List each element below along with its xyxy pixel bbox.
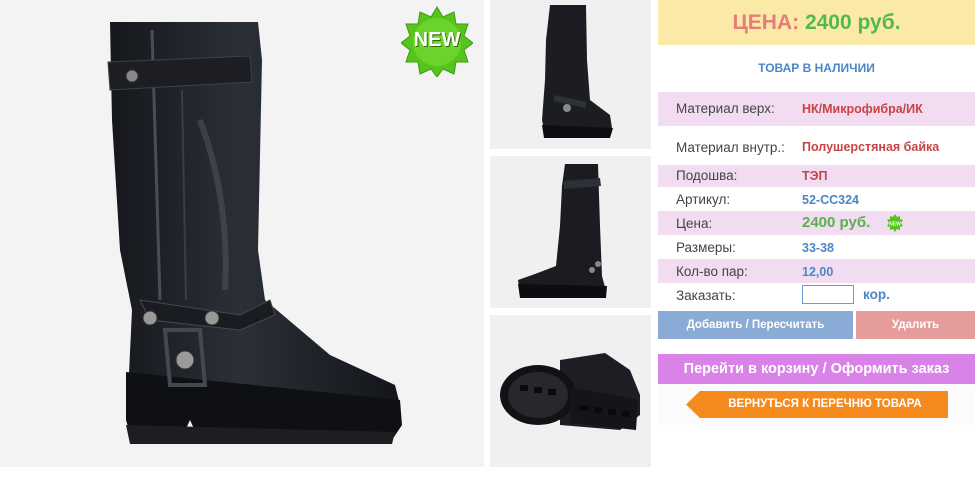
delete-button[interactable]: Удалить [856, 311, 975, 339]
stock-status: ТОВАР В НАЛИЧИИ [758, 61, 875, 75]
row-price: Цена: 2400 руб. NEW [658, 211, 975, 235]
row-key: Артикул: [676, 192, 731, 207]
row-value: НК/Микрофибра/ИК [802, 102, 923, 116]
add-recalculate-button[interactable]: Добавить / Пересчитать [658, 311, 853, 339]
new-badge-label: NEW [413, 29, 461, 51]
quantity-input[interactable] [802, 285, 854, 304]
price-value: 2400 руб. [804, 11, 901, 34]
back-button-area: ВЕРНУТЬСЯ К ПЕРЕЧНЮ ТОВАРА [658, 385, 975, 425]
row-value: 33-38 [802, 241, 834, 255]
qty-unit-label: кор. [863, 287, 890, 302]
mini-new-label: NEW [889, 222, 901, 228]
row-key: Материал внутр.: [676, 140, 785, 155]
boot-side-image [518, 164, 607, 298]
row-sizes: Размеры: 33-38 [658, 236, 975, 258]
thumbnail-2[interactable] [490, 156, 651, 308]
mini-new-badge-icon: NEW [886, 214, 904, 232]
row-article: Артикул: 52-СС324 [658, 188, 975, 210]
back-to-list-label: ВЕРНУТЬСЯ К ПЕРЕЧНЮ ТОВАРА [728, 398, 922, 410]
price-label: ЦЕНА: [732, 11, 800, 34]
row-sole: Подошва: ТЭП [658, 165, 975, 187]
thumbnail-1[interactable] [490, 0, 651, 149]
price-header: ЦЕНА: 2400 руб. [658, 0, 975, 45]
row-key: Кол-во пар: [676, 264, 748, 279]
row-key: Заказать: [676, 288, 736, 303]
row-material-top: Материал верх: НК/Микрофибра/ИК [658, 92, 975, 126]
row-pairs: Кол-во пар: 12,00 [658, 259, 975, 283]
row-material-inner: Материал внутр.: Полушерстяная байка [658, 131, 975, 163]
boot-front-image [542, 5, 613, 138]
thumbnail-3[interactable] [490, 315, 651, 467]
row-value: Полушерстяная байка [802, 140, 940, 154]
row-key: Цена: [676, 216, 713, 231]
row-key: Подошва: [676, 168, 738, 183]
product-info-panel: ЦЕНА: 2400 руб. ТОВАР В НАЛИЧИИ Материал… [658, 0, 975, 480]
row-key: Материал верх: [676, 101, 775, 116]
back-to-list-button[interactable]: ВЕРНУТЬСЯ К ПЕРЕЧНЮ ТОВАРА [686, 391, 948, 418]
boot-sole-image [500, 353, 640, 430]
row-value: 2400 руб. [802, 214, 871, 231]
row-value: ТЭП [802, 169, 828, 183]
new-badge-icon: NEW [401, 5, 473, 77]
row-key: Размеры: [676, 240, 736, 255]
row-value: 52-СС324 [802, 193, 859, 207]
row-value: 12,00 [802, 265, 834, 279]
go-to-cart-button[interactable]: Перейти в корзину / Оформить заказ [658, 354, 975, 384]
